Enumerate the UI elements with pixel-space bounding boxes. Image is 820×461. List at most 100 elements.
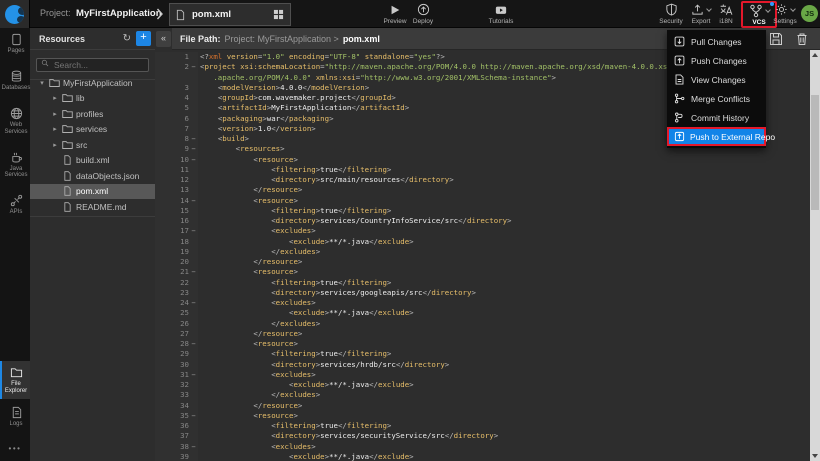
- code-line[interactable]: 37 <directory>services/securityService/s…: [155, 431, 810, 441]
- line-number: 13: [155, 185, 189, 195]
- sidebar-item-file-explorer[interactable]: File Explorer: [0, 361, 30, 399]
- line-number: 10: [155, 155, 189, 165]
- scroll-down-arrow[interactable]: [812, 454, 818, 458]
- sidebar-item-databases[interactable]: Databases: [0, 65, 30, 96]
- code-line[interactable]: 29 <filtering>true</filtering>: [155, 349, 810, 359]
- code-line[interactable]: 31− <excludes>: [155, 370, 810, 380]
- gutter-spacer: [189, 288, 198, 298]
- code-line[interactable]: 26 </excludes>: [155, 319, 810, 329]
- user-avatar[interactable]: JS: [801, 5, 818, 22]
- code-line[interactable]: 32 <exclude>**/*.java</exclude>: [155, 380, 810, 390]
- code-line[interactable]: 30 <directory>services/hrdb/src</directo…: [155, 360, 810, 370]
- tree-item-dataobjects-json[interactable]: dataObjects.json: [30, 168, 155, 184]
- chevron-right-icon: ▸: [49, 94, 61, 102]
- code-line[interactable]: 23 <directory>services/googleapis/src</d…: [155, 288, 810, 298]
- code-line[interactable]: 28− <resource>: [155, 339, 810, 349]
- code-line[interactable]: 16 <directory>services/CountryInfoServic…: [155, 216, 810, 226]
- sidebar-item-web-services[interactable]: Web Services: [0, 102, 30, 140]
- fold-marker[interactable]: −: [189, 196, 198, 206]
- refresh-icon[interactable]: ↻: [123, 33, 131, 44]
- menu-item-pull[interactable]: Pull Changes: [667, 32, 766, 51]
- code-line[interactable]: 19 </excludes>: [155, 247, 810, 257]
- code-line[interactable]: 27 </resource>: [155, 329, 810, 339]
- tree-item-readme-md[interactable]: README.md: [30, 199, 155, 215]
- menu-item-view[interactable]: View Changes: [667, 70, 766, 89]
- menu-item-extrepo[interactable]: Push to External Repo: [667, 127, 766, 146]
- tree-item-services[interactable]: ▸services: [30, 122, 155, 138]
- sidebar-item-java-services[interactable]: Java Services: [0, 146, 30, 184]
- scrollbar-thumb[interactable]: [811, 95, 819, 210]
- deploy-button[interactable]: Deploy: [405, 2, 441, 25]
- sidebar-item-apis[interactable]: APIs: [0, 189, 30, 220]
- left-sidebar: Pages Databases Web Services Java Services A…: [0, 28, 30, 461]
- code-line[interactable]: 36 <filtering>true</filtering>: [155, 421, 810, 431]
- scroll-up-arrow[interactable]: [812, 53, 818, 57]
- tree-item-build-xml[interactable]: build.xml: [30, 153, 155, 169]
- gutter-spacer: [189, 103, 198, 113]
- code-line[interactable]: 33 </excludes>: [155, 390, 810, 400]
- fold-marker[interactable]: −: [189, 370, 198, 380]
- search-input[interactable]: [36, 58, 149, 72]
- resources-title: Resources: [39, 34, 123, 44]
- fold-marker[interactable]: −: [189, 134, 198, 144]
- code-line[interactable]: 17− <excludes>: [155, 226, 810, 236]
- vertical-scrollbar[interactable]: [810, 50, 820, 461]
- wavemaker-logo[interactable]: [0, 0, 30, 28]
- i18n-button[interactable]: i18N: [711, 2, 741, 25]
- code-line[interactable]: 10− <resource>: [155, 155, 810, 165]
- fold-marker[interactable]: −: [189, 411, 198, 421]
- chevron-down-icon: ▾: [36, 79, 48, 87]
- tab-pom-xml[interactable]: pom.xml: [169, 3, 291, 26]
- code-line[interactable]: 24− <excludes>: [155, 298, 810, 308]
- settings-button[interactable]: Settings: [769, 2, 801, 25]
- tutorials-button[interactable]: Tutorials: [483, 2, 519, 25]
- file-icon: [61, 171, 73, 181]
- sidebar-item-pages[interactable]: Pages: [0, 28, 30, 59]
- fold-marker[interactable]: −: [189, 298, 198, 308]
- code-line[interactable]: 11 <filtering>true</filtering>: [155, 165, 810, 175]
- delete-button[interactable]: [795, 32, 810, 47]
- line-number: 20: [155, 257, 189, 267]
- code-line[interactable]: 34 </resource>: [155, 401, 810, 411]
- code-line[interactable]: 35− <resource>: [155, 411, 810, 421]
- code-line[interactable]: 22 <filtering>true</filtering>: [155, 278, 810, 288]
- fold-marker[interactable]: −: [189, 339, 198, 349]
- grid-icon[interactable]: [273, 9, 284, 20]
- menu-item-push[interactable]: Push Changes: [667, 51, 766, 70]
- tree-item-lib[interactable]: ▸lib: [30, 91, 155, 107]
- code-line[interactable]: 21− <resource>: [155, 267, 810, 277]
- collapse-panel-button[interactable]: «: [156, 31, 171, 47]
- fold-marker[interactable]: −: [189, 155, 198, 165]
- fold-marker[interactable]: −: [189, 267, 198, 277]
- tree-item-profiles[interactable]: ▸profiles: [30, 106, 155, 122]
- code-line[interactable]: 39 <exclude>**/*.java</exclude>: [155, 452, 810, 461]
- line-number: 21: [155, 267, 189, 277]
- fold-marker[interactable]: −: [189, 226, 198, 236]
- fold-marker[interactable]: −: [189, 442, 198, 452]
- gutter-spacer: [189, 206, 198, 216]
- code-line[interactable]: 15 <filtering>true</filtering>: [155, 206, 810, 216]
- tree-divider: [30, 216, 155, 217]
- file-icon: [61, 186, 73, 196]
- tree-item-myfirstapplication[interactable]: ▾MyFirstApplication: [30, 75, 155, 91]
- menu-item-history[interactable]: Commit History: [667, 108, 766, 127]
- code-line[interactable]: 14− <resource>: [155, 196, 810, 206]
- sidebar-overflow-button[interactable]: •••: [0, 438, 30, 461]
- fold-marker[interactable]: −: [189, 62, 198, 72]
- save-button[interactable]: [769, 32, 784, 47]
- sidebar-item-logs[interactable]: Logs: [0, 401, 30, 432]
- tree-item-src[interactable]: ▸src: [30, 137, 155, 153]
- code-line[interactable]: 25 <exclude>**/*.java</exclude>: [155, 308, 810, 318]
- add-resource-button[interactable]: +: [136, 31, 151, 46]
- merge-icon: [674, 93, 685, 104]
- code-line[interactable]: 12 <directory>src/main/resources</direct…: [155, 175, 810, 185]
- code-line[interactable]: 18 <exclude>**/*.java</exclude>: [155, 237, 810, 247]
- menu-item-merge[interactable]: Merge Conflicts: [667, 89, 766, 108]
- code-line[interactable]: 13 </resource>: [155, 185, 810, 195]
- fold-marker[interactable]: −: [189, 144, 198, 154]
- line-number: 36: [155, 421, 189, 431]
- code-line[interactable]: 38− <excludes>: [155, 442, 810, 452]
- tab-file-name: pom.xml: [192, 9, 231, 20]
- tree-item-pom-xml[interactable]: pom.xml: [30, 184, 155, 200]
- code-line[interactable]: 20 </resource>: [155, 257, 810, 267]
